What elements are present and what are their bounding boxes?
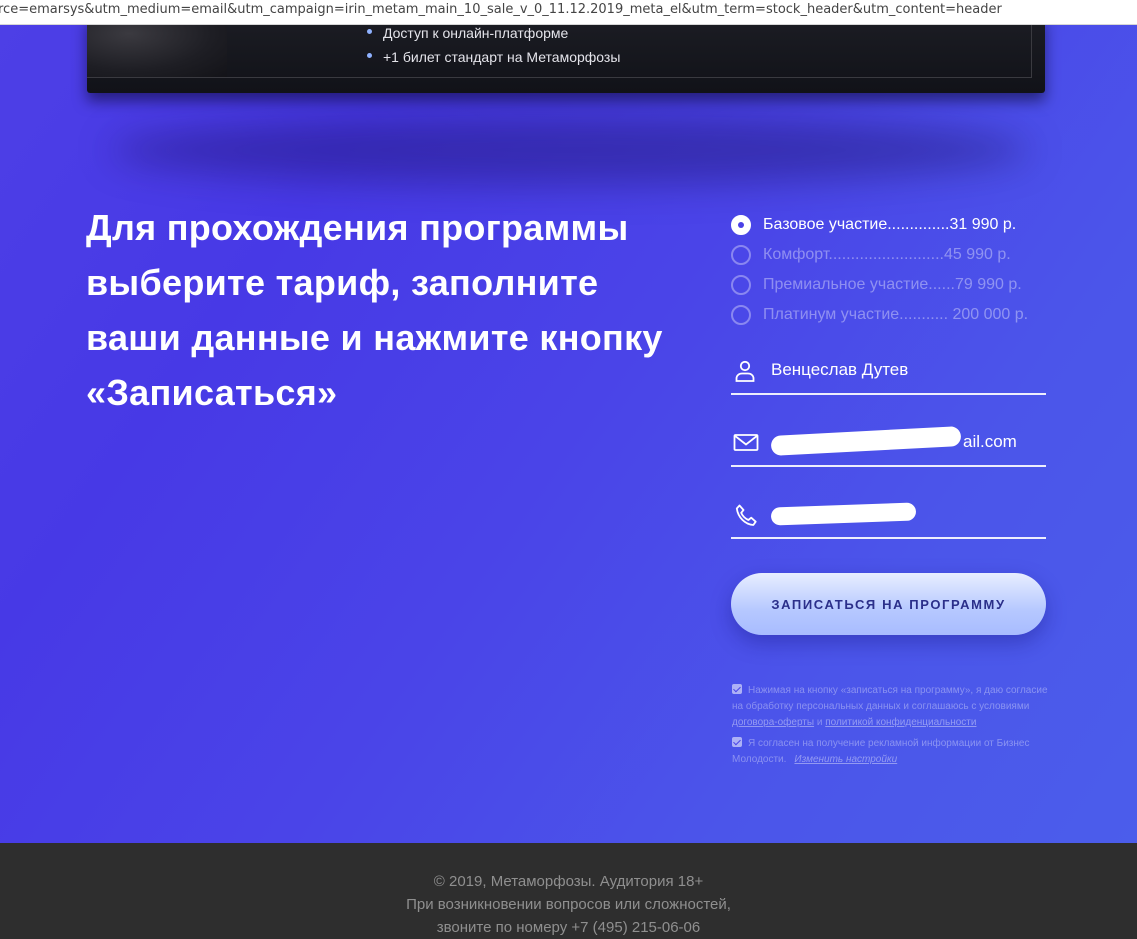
tariff-label: Премиальное участие......79 990 р.: [763, 276, 1022, 293]
speaker-photo: [87, 25, 227, 77]
url-text: rce=emarsys&utm_medium=email&utm_campaig…: [0, 2, 1002, 17]
name-value: Венцеслав Дутев: [771, 360, 909, 379]
email-value: ail.com: [963, 432, 1017, 451]
feature-item: +1 билет стандарт на Метаморфозы: [367, 45, 620, 69]
redacted-email: [770, 426, 962, 456]
copyright: © 2019, Метаморфозы. Аудитория 18+: [433, 873, 704, 890]
tariff-option-comfort[interactable]: Комфорт..........................45 990 …: [731, 240, 1028, 270]
phone-field[interactable]: [731, 495, 1046, 539]
settings-link[interactable]: Изменить настройки: [794, 754, 897, 765]
offer-link[interactable]: договора-оферты: [732, 717, 814, 728]
tariff-option-premium[interactable]: Премиальное участие......79 990 р.: [731, 270, 1028, 300]
footer: © 2019, Метаморфозы. Аудитория 18+ При в…: [0, 843, 1137, 938]
browser-address-bar[interactable]: rce=emarsys&utm_medium=email&utm_campaig…: [0, 0, 1137, 25]
radio-icon[interactable]: [731, 305, 751, 325]
consent-text: Нажимая на кнопку «записаться на програм…: [732, 685, 1048, 712]
feature-item: Доступ к онлайн-платформе: [367, 25, 620, 45]
radio-icon[interactable]: [731, 275, 751, 295]
tariff-label: Платинум участие........... 200 000 р.: [763, 306, 1029, 323]
card-shadow: [110, 115, 1030, 185]
signup-section: Доступ к онлайн-платформе +1 билет станд…: [0, 25, 1137, 843]
page-headline: Для прохождения программы выберите тариф…: [86, 207, 663, 413]
support-phone: звоните по номеру +7 (495) 215-06-06: [436, 919, 701, 936]
privacy-link[interactable]: политикой конфиденциальности: [825, 717, 976, 728]
tariff-option-platinum[interactable]: Платинум участие........... 200 000 р.: [731, 300, 1028, 330]
package-card-frame: Доступ к онлайн-платформе +1 билет станд…: [87, 25, 1032, 78]
checkbox-checked-icon[interactable]: [732, 737, 742, 747]
tariff-option-basic[interactable]: Базовое участие..............31 990 р.: [731, 210, 1028, 240]
tariff-label: Комфорт..........................45 990 …: [763, 246, 1011, 263]
user-icon: [733, 359, 757, 383]
tariff-selector: Базовое участие..............31 990 р. К…: [731, 210, 1028, 330]
tariff-label: Базовое участие..............31 990 р.: [763, 216, 1017, 233]
name-field[interactable]: Венцеслав Дутев: [731, 351, 1046, 395]
mail-icon: [733, 431, 759, 455]
package-features: Доступ к онлайн-платформе +1 билет станд…: [367, 25, 620, 69]
checkbox-checked-icon[interactable]: [732, 684, 742, 694]
support-text: При возникновении вопросов или сложносте…: [406, 896, 731, 913]
redacted-phone: [770, 502, 917, 526]
radio-selected-icon[interactable]: [731, 215, 751, 235]
enroll-button[interactable]: ЗАПИСАТЬСЯ НА ПРОГРАММУ: [731, 573, 1046, 635]
email-field[interactable]: ail.com: [731, 423, 1046, 467]
consent-and: и: [816, 717, 823, 728]
consent-personal-data: Нажимая на кнопку «записаться на програм…: [732, 683, 1052, 731]
consent-marketing: Я согласен на получение рекламной информ…: [732, 736, 1052, 768]
radio-icon[interactable]: [731, 245, 751, 265]
package-card: Доступ к онлайн-платформе +1 билет станд…: [87, 25, 1045, 93]
phone-icon: [733, 503, 757, 527]
